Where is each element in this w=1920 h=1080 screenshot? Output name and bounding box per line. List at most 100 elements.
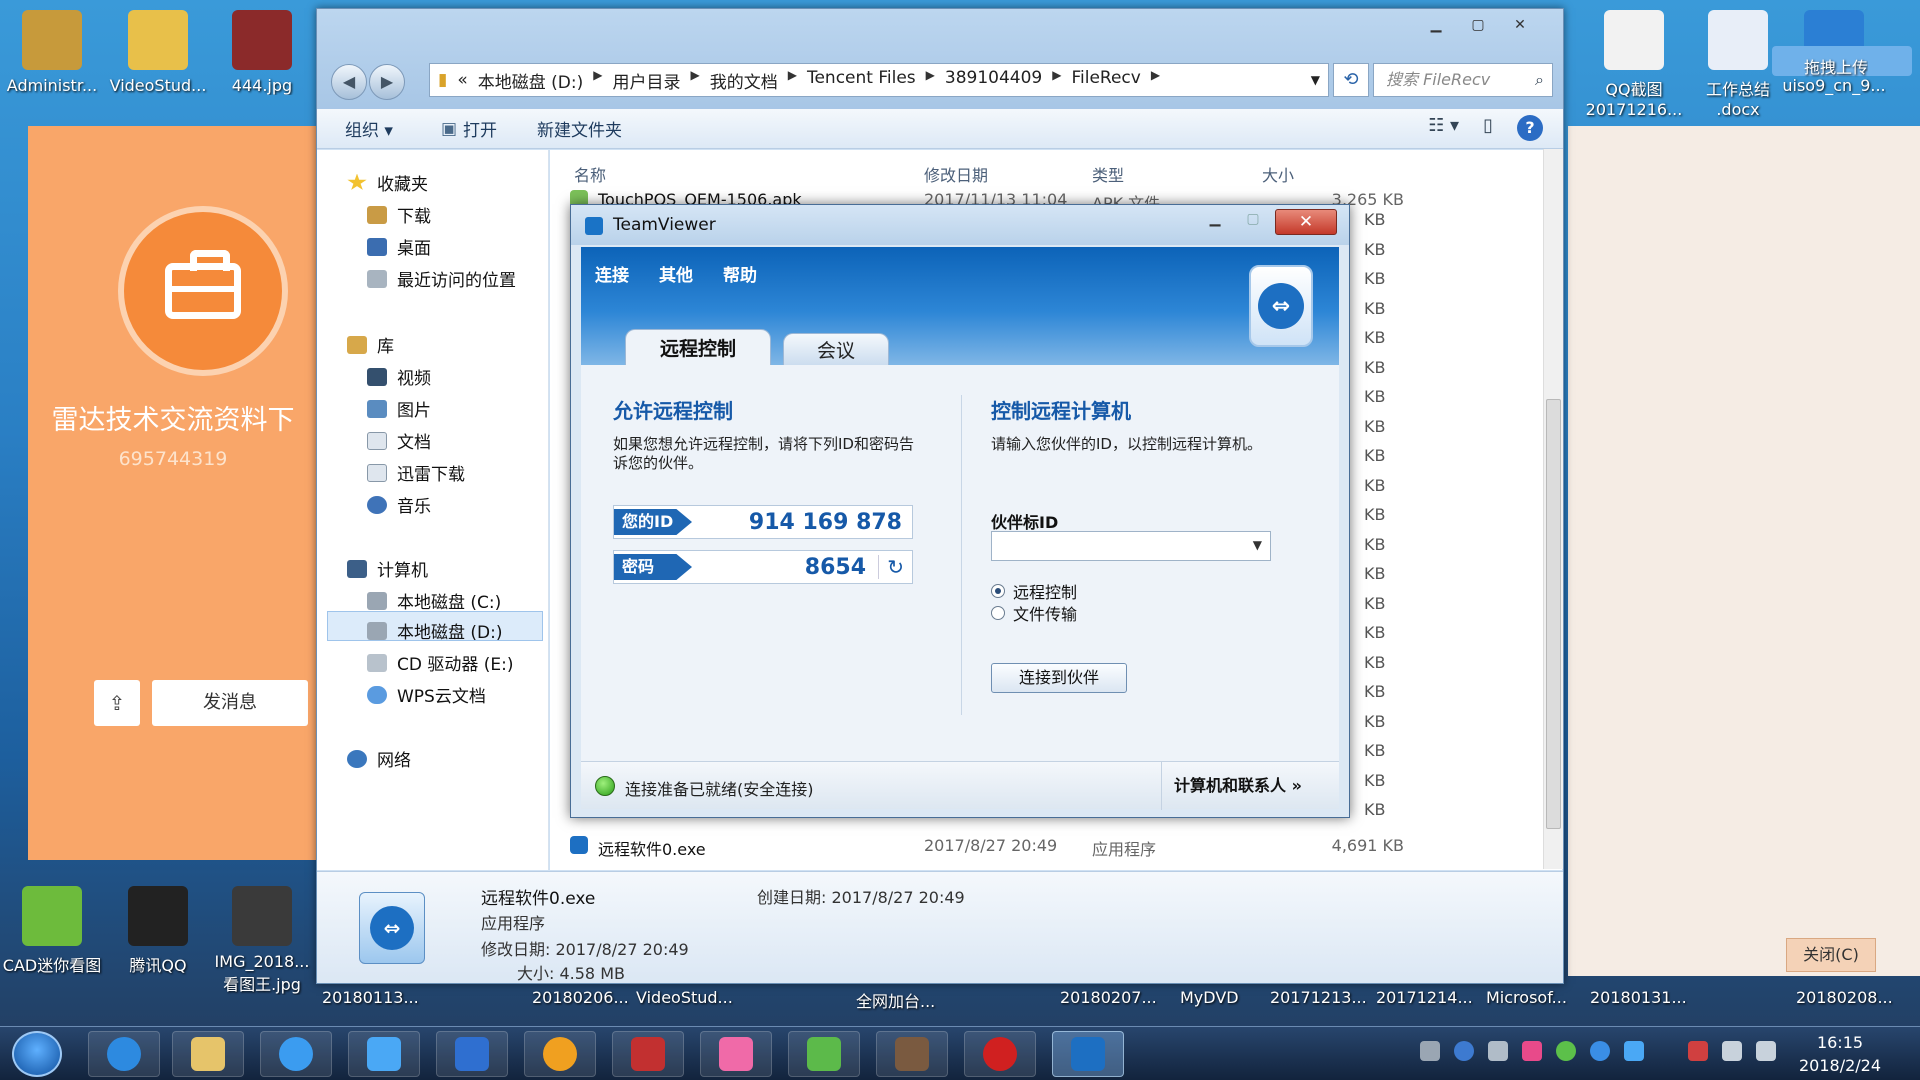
desktop-item-label[interactable]: MyDVD [1180,988,1239,1007]
organize-button[interactable]: 组织 ▾ [345,116,393,141]
cloud-icon[interactable] [1624,1041,1644,1061]
drag-upload[interactable]: 拖拽上传 [1764,16,1920,82]
maximize-icon[interactable]: ▢ [1235,211,1271,233]
back-button[interactable]: ◀ [331,64,367,100]
taskbar-app-blue[interactable] [436,1031,508,1077]
desktop-item-label[interactable]: 20171214... [1376,988,1473,1007]
taskbar-app-green[interactable] [788,1031,860,1077]
chevron-right-icon[interactable]: ▶ [926,68,935,93]
nav-libraries[interactable]: 库 [347,332,394,357]
taskbar-qq[interactable] [524,1031,596,1077]
tab-meeting[interactable]: 会议 [783,333,889,367]
nav-documents[interactable]: 文档 [367,428,431,453]
desktop-icon-item[interactable]: Administr... [0,10,104,95]
view-options-icon[interactable]: ☷ ▾ [1428,115,1459,141]
desktop-item-label[interactable]: VideoStud... [636,988,733,1007]
chevron-down-icon[interactable]: ▼ [1253,538,1262,552]
close-button[interactable]: 关闭(C) [1786,938,1876,972]
nav-drive-d[interactable]: 本地磁盘 (D:) [367,618,503,643]
help-tray-icon[interactable] [1454,1041,1474,1061]
nav-computer[interactable]: 计算机 [347,556,428,581]
desktop-item-label[interactable]: 20180207... [1060,988,1157,1007]
desktop-icon-item[interactable]: 444.jpg [210,10,314,95]
desktop-item-label[interactable]: 20180208... [1796,988,1893,1007]
desktop-icon-item[interactable]: QQ截图 20171216... [1582,10,1686,119]
chevron-right-icon[interactable]: ▶ [593,68,602,93]
computers-contacts-button[interactable]: 计算机和联系人 » [1161,762,1339,810]
start-button[interactable] [12,1031,62,1077]
nav-videos[interactable]: 视频 [367,364,431,389]
desktop-icon-item[interactable]: CAD迷你看图 [0,886,104,976]
network-tray-icon[interactable] [1756,1041,1776,1061]
refresh-password-icon[interactable]: ↻ [878,555,904,579]
desktop-item-label[interactable]: Microsof... [1486,988,1567,1007]
nav-downloads[interactable]: 下载 [367,202,431,227]
chevron-right-icon[interactable]: ▶ [788,68,797,93]
nav-favorites[interactable]: 收藏夹 [347,170,428,195]
desktop-item-label[interactable]: 20171213... [1270,988,1367,1007]
taskbar-teamviewer[interactable] [1052,1031,1124,1077]
minimize-icon[interactable]: ▁ [1197,211,1233,233]
keyboard-icon[interactable] [1420,1041,1440,1061]
nav-xunlei[interactable]: 迅雷下载 [367,460,465,485]
menu-extras[interactable]: 其他 [659,261,693,286]
nav-network[interactable]: 网络 [347,746,411,771]
desktop-item-label[interactable]: 全网加台... [856,988,935,1012]
maximize-icon[interactable]: ▢ [1459,15,1497,37]
help-icon[interactable]: ? [1517,115,1543,141]
menu-connect[interactable]: 连接 [595,261,629,286]
connect-to-partner-button[interactable]: 连接到伙伴 [991,663,1127,693]
taskbar-app-pink[interactable] [700,1031,772,1077]
breadcrumb-item[interactable]: 用户目录 [613,68,681,93]
taskbar-explorer[interactable] [172,1031,244,1077]
nav-drive-c[interactable]: 本地磁盘 (C:) [367,588,501,613]
tab-remote-control[interactable]: 远程控制 [625,329,771,367]
desktop-item-label[interactable]: 20180113... [322,988,419,1007]
nav-drive-e[interactable]: CD 驱动器 (E:) [367,650,514,675]
minimize-icon[interactable]: ▁ [1417,15,1455,37]
taskbar-browser[interactable] [260,1031,332,1077]
forward-button[interactable]: ▶ [369,64,405,100]
taskbar-app-dark[interactable] [876,1031,948,1077]
search-input[interactable]: 搜索 FileRecv ⌕ [1373,63,1553,97]
nav-recent[interactable]: 最近访问的位置 [367,266,516,291]
tray-app-icon[interactable] [1590,1041,1610,1061]
tray-app-icon[interactable] [1522,1041,1542,1061]
open-button[interactable]: ▣ 打开 [441,116,497,142]
share-button[interactable]: ⇪ [94,680,140,726]
vertical-scrollbar[interactable] [1543,149,1563,869]
chevron-right-icon[interactable]: ▶ [691,68,700,93]
chevron-right-icon[interactable]: ▶ [1151,68,1160,93]
tray-expand-icon[interactable] [1488,1041,1508,1061]
nav-pictures[interactable]: 图片 [367,396,431,421]
breadcrumb-item[interactable]: Tencent Files [807,68,916,93]
close-button[interactable]: ✕ [1275,209,1337,235]
breadcrumb-item[interactable]: 我的文档 [710,68,778,93]
column-size[interactable]: 大小 [1262,162,1294,186]
radio-remote-control[interactable]: 远程控制 [991,579,1077,603]
desktop-icon-item[interactable]: VideoStud... [106,10,210,95]
taskbar-ie[interactable] [88,1031,160,1077]
wechat-icon[interactable] [1556,1041,1576,1061]
chevron-down-icon[interactable]: ▼ [1311,73,1320,87]
scrollbar-thumb[interactable] [1546,399,1561,829]
desktop-icon-item[interactable]: IMG_2018... 看图王.jpg [210,886,314,995]
breadcrumb-item[interactable]: 389104409 [945,68,1042,93]
address-bar[interactable]: ▮ « 本地磁盘 (D:) ▶ 用户目录 ▶ 我的文档 ▶ Tencent Files ▶ 38… [429,63,1329,97]
radio-file-transfer[interactable]: 文件传输 [991,601,1077,625]
chevron-right-icon[interactable]: ▶ [1052,68,1061,93]
new-folder-button[interactable]: 新建文件夹 [537,116,622,141]
nav-music[interactable]: 音乐 [367,492,431,517]
table-row[interactable]: 远程软件0.exe 2017/8/27 20:49 应用程序 4,691 KB [560,832,1404,860]
volume-icon[interactable] [1722,1041,1742,1061]
breadcrumb-item[interactable]: 本地磁盘 (D:) [478,68,584,93]
breadcrumb-item[interactable]: FileRecv [1071,68,1140,93]
taskbar-baidu-cloud[interactable] [348,1031,420,1077]
desktop-icon-item[interactable]: 腾讯QQ [106,886,210,976]
desktop-item-label[interactable]: 20180206... [532,988,629,1007]
taskbar-recorder[interactable] [964,1031,1036,1077]
nav-desktop[interactable]: 桌面 [367,234,431,259]
menu-help[interactable]: 帮助 [723,261,757,286]
column-name[interactable]: 名称 [574,162,606,186]
close-icon[interactable]: ✕ [1501,15,1539,37]
